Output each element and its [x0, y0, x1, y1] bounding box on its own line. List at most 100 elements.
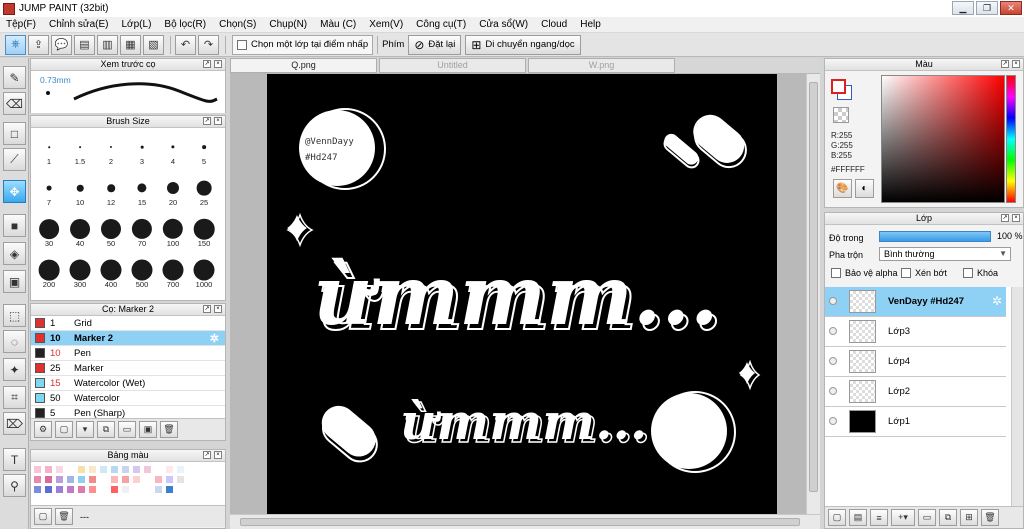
canvas-horizontal-scrollbar[interactable]	[230, 514, 820, 529]
blend-mode-select[interactable]: Bình thường ▼	[879, 247, 1011, 261]
palette-color-swatch[interactable]	[78, 486, 85, 493]
flip-button[interactable]: ⊞ Di chuyển ngang/dọc	[465, 34, 581, 55]
popout-icon[interactable]: ↗	[203, 305, 211, 313]
merge-layer-icon[interactable]: ⊞	[960, 509, 978, 526]
foreground-color-swatch[interactable]	[831, 79, 846, 94]
palette-color-swatch[interactable]	[45, 476, 52, 483]
palette-color-swatch[interactable]	[78, 476, 85, 483]
palette-color-swatch[interactable]	[166, 476, 173, 483]
brush-list-item[interactable]: 50 Watercolor	[31, 391, 225, 406]
shape-tool-icon[interactable]: □	[3, 122, 26, 145]
layer-visibility-icon[interactable]	[829, 357, 837, 365]
close-panel-icon[interactable]: ×	[214, 305, 222, 313]
close-panel-icon[interactable]: ×	[1012, 60, 1020, 68]
menu-view[interactable]: Xem(V)	[369, 19, 403, 30]
layer-row[interactable]: Lớp2	[825, 377, 1006, 407]
brush-size-option[interactable]: 150	[189, 216, 219, 248]
drawing-canvas[interactable]: @VennDayy #Hd247 ừmmm... ừmmm... ừmmm...…	[267, 74, 777, 514]
saturation-value-picker[interactable]	[881, 75, 1005, 203]
popout-icon[interactable]: ↗	[1001, 214, 1009, 222]
palette-color-swatch[interactable]	[122, 466, 129, 473]
palette-swatches[interactable]	[31, 462, 225, 505]
select-pen-tool-icon[interactable]: ⌗	[3, 386, 26, 409]
layer-gear-icon[interactable]: ✲	[992, 294, 1002, 308]
brush-size-option[interactable]: 20	[158, 175, 188, 207]
palette-color-swatch[interactable]	[67, 466, 74, 473]
clipping-checkbox[interactable]	[901, 268, 911, 278]
brush-size-option[interactable]: 10	[65, 175, 95, 207]
palette-color-swatch[interactable]	[78, 466, 85, 473]
popout-icon[interactable]: ↗	[1001, 60, 1009, 68]
tab-q-png[interactable]: Q.png	[230, 58, 377, 73]
transparent-color-swatch[interactable]	[833, 107, 849, 123]
reset-button[interactable]: ⊘ Đặt lại	[408, 34, 462, 55]
menu-cloud[interactable]: Cloud	[541, 19, 567, 30]
layer-folder-icon[interactable]: ▭	[918, 509, 936, 526]
brush-size-option[interactable]: 12	[96, 175, 126, 207]
brush-settings-icon[interactable]: ⚙	[34, 421, 52, 438]
brush-size-option[interactable]: 50	[96, 216, 126, 248]
layer-row[interactable]: Lớp1	[825, 407, 1006, 437]
brush-size-option[interactable]: 1.5	[65, 134, 95, 166]
palette-color-swatch[interactable]	[89, 486, 96, 493]
palette-color-swatch[interactable]	[177, 466, 184, 473]
gradient-tool-icon[interactable]: ▣	[3, 270, 26, 293]
brush-size-option[interactable]: 200	[34, 257, 64, 289]
palette-color-swatch[interactable]	[111, 466, 118, 473]
menu-help[interactable]: Help	[580, 19, 601, 30]
protect-alpha-checkbox[interactable]	[831, 268, 841, 278]
brush-options-icon[interactable]: ▾	[76, 421, 94, 438]
palette-color-swatch[interactable]	[144, 476, 151, 483]
page-list-icon[interactable]: ▦	[120, 34, 141, 55]
text-tool-icon[interactable]: T	[3, 448, 26, 471]
add-swatch-icon[interactable]: ▢	[34, 508, 52, 525]
menu-filter[interactable]: Bộ lọc(R)	[164, 19, 206, 30]
brush-size-option[interactable]: 400	[96, 257, 126, 289]
palette-color-swatch[interactable]	[177, 486, 184, 493]
close-panel-icon[interactable]: ×	[214, 60, 222, 68]
minimize-button[interactable]: ▁	[952, 1, 974, 15]
layer-row[interactable]: Lớp3	[825, 317, 1006, 347]
brush-size-option[interactable]: 15	[127, 175, 157, 207]
palette-color-swatch[interactable]	[34, 486, 41, 493]
palette-color-swatch[interactable]	[100, 486, 107, 493]
palette-color-swatch[interactable]	[67, 486, 74, 493]
layer-visibility-icon[interactable]	[829, 387, 837, 395]
layer-add-menu-icon[interactable]: +▾	[891, 509, 915, 526]
redo-icon[interactable]: ↷	[198, 34, 219, 55]
palette-color-swatch[interactable]	[56, 466, 63, 473]
new-brush-icon[interactable]: ▢	[55, 421, 73, 438]
eraser-tool-icon[interactable]: ⌫	[3, 92, 26, 115]
palette-color-swatch[interactable]	[56, 486, 63, 493]
delete-layer-icon[interactable]: 🗑	[981, 509, 999, 526]
delete-brush-icon[interactable]: 🗑	[160, 421, 178, 438]
brush-folder-icon[interactable]: ▭	[118, 421, 136, 438]
hue-slider[interactable]	[1006, 75, 1016, 203]
eyedropper-tool-icon[interactable]: ⚲	[3, 474, 26, 497]
brush-list-item[interactable]: 10 Pen	[31, 346, 225, 361]
brush-size-option[interactable]: 40	[65, 216, 95, 248]
palette-color-swatch[interactable]	[155, 466, 162, 473]
layer-list-scrollbar[interactable]	[1011, 287, 1023, 512]
duplicate-layer-icon[interactable]: ⧉	[939, 509, 957, 526]
palette-color-swatch[interactable]	[100, 476, 107, 483]
palette-color-swatch[interactable]	[122, 486, 129, 493]
brush-size-option[interactable]: 4	[158, 134, 188, 166]
layer-visibility-icon[interactable]	[829, 417, 837, 425]
palette-color-swatch[interactable]	[111, 476, 118, 483]
brush-list-item[interactable]: 1 Grid	[31, 316, 225, 331]
speech-bubble-icon[interactable]: 💬	[51, 34, 72, 55]
close-panel-icon[interactable]: ×	[214, 451, 222, 459]
palette-color-swatch[interactable]	[144, 466, 151, 473]
palette-color-swatch[interactable]	[34, 466, 41, 473]
color-palette-icon[interactable]: 🎨	[833, 179, 852, 198]
brush-list-item[interactable]: 25 Marker	[31, 361, 225, 376]
menu-tools[interactable]: Công cụ(T)	[416, 19, 466, 30]
brush-size-option[interactable]: 30	[34, 216, 64, 248]
palette-color-swatch[interactable]	[155, 476, 162, 483]
tab-untitled[interactable]: Untitled	[379, 58, 526, 73]
popout-icon[interactable]: ↗	[203, 60, 211, 68]
vertical-scroll-thumb[interactable]	[809, 82, 818, 492]
palette-color-swatch[interactable]	[155, 486, 162, 493]
protect-alpha-option[interactable]: Bảo vệ alpha	[831, 268, 898, 278]
